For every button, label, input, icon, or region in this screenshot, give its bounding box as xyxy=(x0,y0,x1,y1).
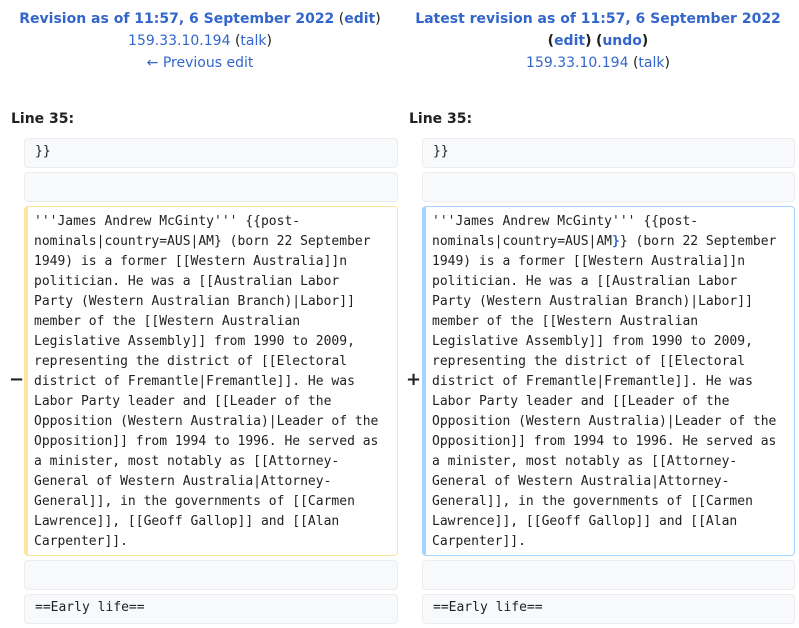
new-actions-row: (edit) (undo) xyxy=(547,33,649,49)
added-text-after: } (born 22 September 1949) is a former [… xyxy=(432,234,777,549)
previous-edit-row: ← Previous edit xyxy=(0,52,400,74)
new-revision-link[interactable]: Latest revision as of 11:57, 6 September… xyxy=(415,11,781,27)
right-line-number: Line 35: xyxy=(409,111,473,127)
previous-edit-link[interactable]: ← Previous edit xyxy=(147,55,254,71)
old-user-row: 159.33.10.194 (talk) xyxy=(128,33,272,49)
left-context-top: }} xyxy=(24,138,398,168)
new-revision-title-row: Latest revision as of 11:57, 6 September… xyxy=(398,8,798,30)
removed-paragraph: '''James Andrew McGinty''' {{post- nomin… xyxy=(24,206,398,556)
old-edit-link[interactable]: edit xyxy=(344,11,375,27)
right-context-top: }} xyxy=(422,138,795,168)
old-user-link[interactable]: 159.33.10.194 xyxy=(128,33,230,49)
deleted-marker: − xyxy=(9,369,25,390)
inserted-text: } xyxy=(612,234,620,249)
right-context-empty-1 xyxy=(422,172,795,202)
new-user-link[interactable]: 159.33.10.194 xyxy=(526,55,628,71)
left-context-empty-2 xyxy=(24,560,398,590)
new-revision-header: Latest revision as of 11:57, 6 September… xyxy=(398,8,798,74)
added-marker: + xyxy=(406,369,422,390)
left-context-empty-1 xyxy=(24,172,398,202)
new-talk-link[interactable]: talk xyxy=(638,55,664,71)
old-talk-link[interactable]: talk xyxy=(240,33,266,49)
undo-link[interactable]: undo xyxy=(602,33,642,49)
right-context-empty-2 xyxy=(422,560,795,590)
old-revision-header: Revision as of 11:57, 6 September 2022 (… xyxy=(0,8,400,74)
new-user-row: 159.33.10.194 (talk) xyxy=(526,55,670,71)
left-context-bottom: ==Early life== xyxy=(24,594,398,624)
new-edit-link[interactable]: edit xyxy=(554,33,585,49)
old-revision-title-row: Revision as of 11:57, 6 September 2022 (… xyxy=(19,11,381,27)
left-line-number: Line 35: xyxy=(11,111,75,127)
old-revision-link[interactable]: Revision as of 11:57, 6 September 2022 xyxy=(19,11,334,27)
added-paragraph: '''James Andrew McGinty''' {{post- nomin… xyxy=(422,206,795,556)
right-context-bottom: ==Early life== xyxy=(422,594,795,624)
